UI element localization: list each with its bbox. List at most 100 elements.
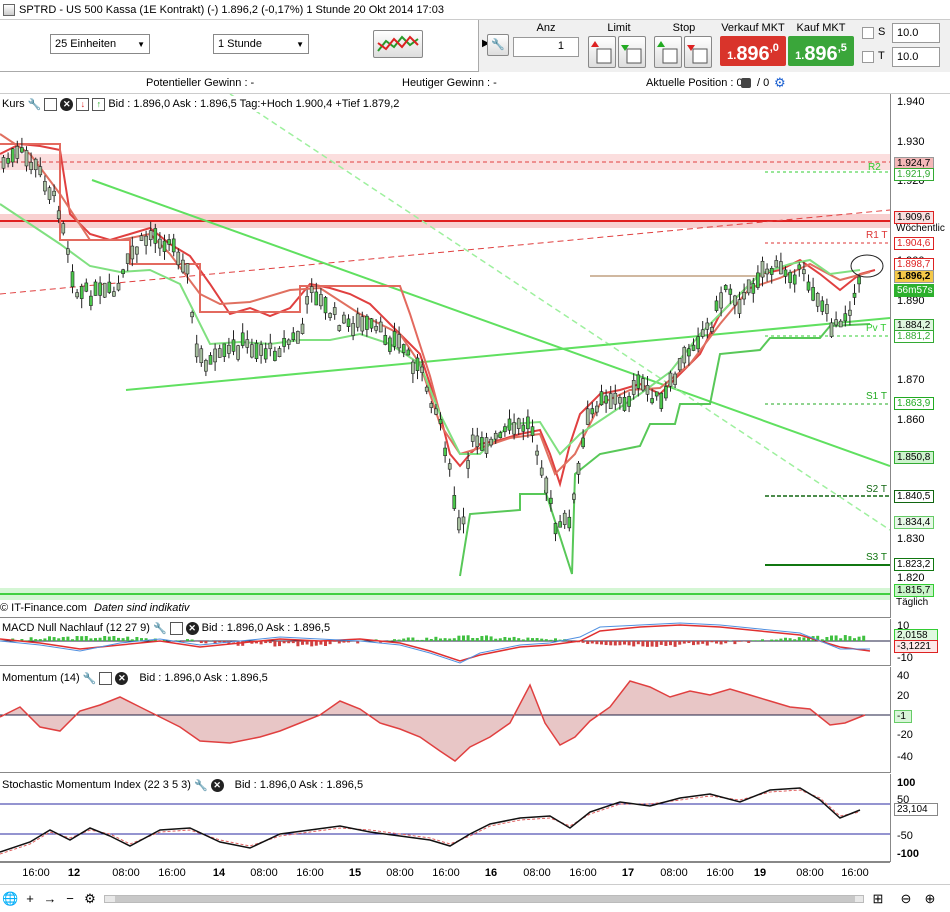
macd-bar — [682, 641, 686, 644]
footer-note: Daten sind indikativ — [94, 602, 190, 614]
arrow-right-icon[interactable]: → — [42, 891, 58, 907]
window-icon[interactable] — [44, 97, 58, 111]
candle — [820, 300, 825, 312]
candle — [199, 348, 204, 364]
scroll-thumb[interactable] — [115, 896, 855, 902]
price-pane[interactable]: Kurs 🔧 ✕ ↓ ↑ Bid : 1.896,0 Ask : 1.896,5… — [0, 94, 890, 618]
time-axis[interactable]: 16:00 12 08:00 16:00 14 08:00 16:00 15 08:00 16:0… — [0, 862, 890, 884]
candle — [231, 339, 236, 352]
price-chart-svg — [0, 94, 890, 600]
zoom-out-icon[interactable]: ⊖ — [898, 891, 914, 907]
close-icon[interactable]: ✕ — [60, 97, 74, 111]
candle — [507, 418, 512, 431]
candle — [282, 337, 286, 347]
window-icon[interactable] — [99, 671, 113, 685]
stochastic-axis[interactable]: 100 50 -50 -100 — [890, 774, 950, 862]
interval-select[interactable]: 1 Stunde ▼ — [213, 34, 309, 54]
sell-button[interactable]: 1. 896,0 — [720, 36, 786, 66]
macd-bar — [337, 641, 341, 644]
limit-buy-button[interactable] — [588, 36, 616, 68]
limit-sell-button[interactable] — [618, 36, 646, 68]
close-icon[interactable]: ✕ — [210, 778, 224, 792]
macd-bar — [600, 641, 603, 645]
candle — [825, 304, 829, 314]
anz-input[interactable]: 1 — [513, 37, 579, 57]
candle — [208, 355, 213, 365]
candle — [572, 493, 576, 500]
s-checkbox[interactable] — [862, 27, 874, 39]
time-axis-label: 16 — [484, 867, 498, 879]
macd-bar — [411, 637, 415, 641]
stop-sell-button[interactable] — [684, 36, 712, 68]
macd-bar — [646, 641, 649, 647]
r2-label: R2 — [868, 162, 881, 173]
scroll-track[interactable] — [104, 895, 864, 903]
macd-bar — [531, 638, 534, 641]
stop-buy-button[interactable] — [654, 36, 682, 68]
wrench-icon[interactable]: 🔧 — [487, 34, 509, 56]
wrench-icon[interactable]: 🔧 — [83, 672, 97, 685]
gear-icon[interactable]: ⚙ — [774, 75, 786, 91]
plus-icon[interactable]: + — [22, 891, 38, 907]
macd-bar — [834, 635, 838, 641]
candle — [457, 517, 461, 531]
current-position: Aktuelle Position : 0 — [646, 77, 743, 89]
close-icon[interactable]: ✕ — [115, 671, 129, 685]
units-select[interactable]: 25 Einheiten ▼ — [50, 34, 150, 54]
macd-bar — [627, 641, 631, 646]
candle — [691, 344, 696, 351]
macd-bar — [264, 641, 268, 644]
wrench-icon[interactable]: 🔧 — [153, 622, 167, 635]
settings-icon[interactable]: ⚙ — [82, 891, 98, 907]
candle — [47, 187, 52, 200]
down-arrow-icon[interactable]: ↓ — [76, 97, 90, 111]
up-arrow-icon[interactable]: ↑ — [92, 97, 106, 111]
macd-pane[interactable]: MACD Null Nachlauf (12 27 9) 🔧 ✕ Bid : 1… — [0, 619, 890, 666]
candle — [291, 332, 296, 341]
macd-bar — [710, 641, 714, 643]
wrench-icon[interactable]: 🔧 — [28, 98, 42, 111]
momentum-pane[interactable]: Momentum (14) 🔧 ✕ Bid : 1.896,0 Ask : 1.… — [0, 667, 890, 773]
price-tick: 1.830 — [897, 532, 925, 545]
candle — [383, 335, 388, 345]
candle — [558, 521, 562, 528]
macd-bar — [784, 637, 787, 641]
fit-icon[interactable]: ⊞ — [870, 891, 886, 907]
limit-label: Limit — [607, 22, 631, 34]
chart-type-button[interactable] — [373, 30, 423, 58]
position-icon[interactable] — [741, 78, 751, 88]
buy-label: Kauf MKT — [796, 22, 846, 34]
candle — [576, 462, 581, 475]
candle — [622, 396, 627, 411]
macd-bar — [687, 641, 691, 644]
today-gain: Heutiger Gewinn : - — [402, 77, 497, 89]
stochastic-pane[interactable]: Stochastic Momentum Index (22 3 5 3) 🔧 ✕… — [0, 774, 890, 862]
s-input[interactable]: 10.0 — [892, 23, 940, 43]
candle — [56, 210, 61, 220]
macd-bar — [126, 636, 130, 641]
tag-trend: 1.850,8 — [894, 451, 934, 464]
buy-button[interactable]: 1. 896,5 — [788, 36, 854, 66]
candle — [461, 516, 466, 525]
world-icon[interactable]: 🌐 — [2, 891, 18, 907]
candle — [530, 426, 535, 436]
macd-bar — [733, 641, 737, 645]
close-icon[interactable]: ✕ — [185, 621, 199, 635]
candle — [217, 348, 222, 358]
candle — [581, 437, 585, 448]
candle — [309, 286, 314, 293]
macd-tag2: -3,1221 — [894, 640, 938, 653]
minus-icon[interactable]: − — [62, 891, 78, 907]
momentum-tick: -40 — [897, 751, 913, 763]
zoom-in-icon[interactable]: ⊕ — [922, 891, 938, 907]
macd-bar — [402, 638, 406, 641]
macd-bar — [406, 637, 410, 641]
macd-bar — [434, 636, 438, 641]
momentum-tick: 40 — [897, 670, 910, 682]
candle — [29, 162, 33, 170]
t-checkbox[interactable] — [862, 51, 874, 63]
wrench-icon[interactable]: 🔧 — [194, 779, 208, 792]
t-input[interactable]: 10.0 — [892, 47, 940, 67]
window-icon[interactable] — [169, 621, 183, 635]
candle — [792, 274, 797, 285]
